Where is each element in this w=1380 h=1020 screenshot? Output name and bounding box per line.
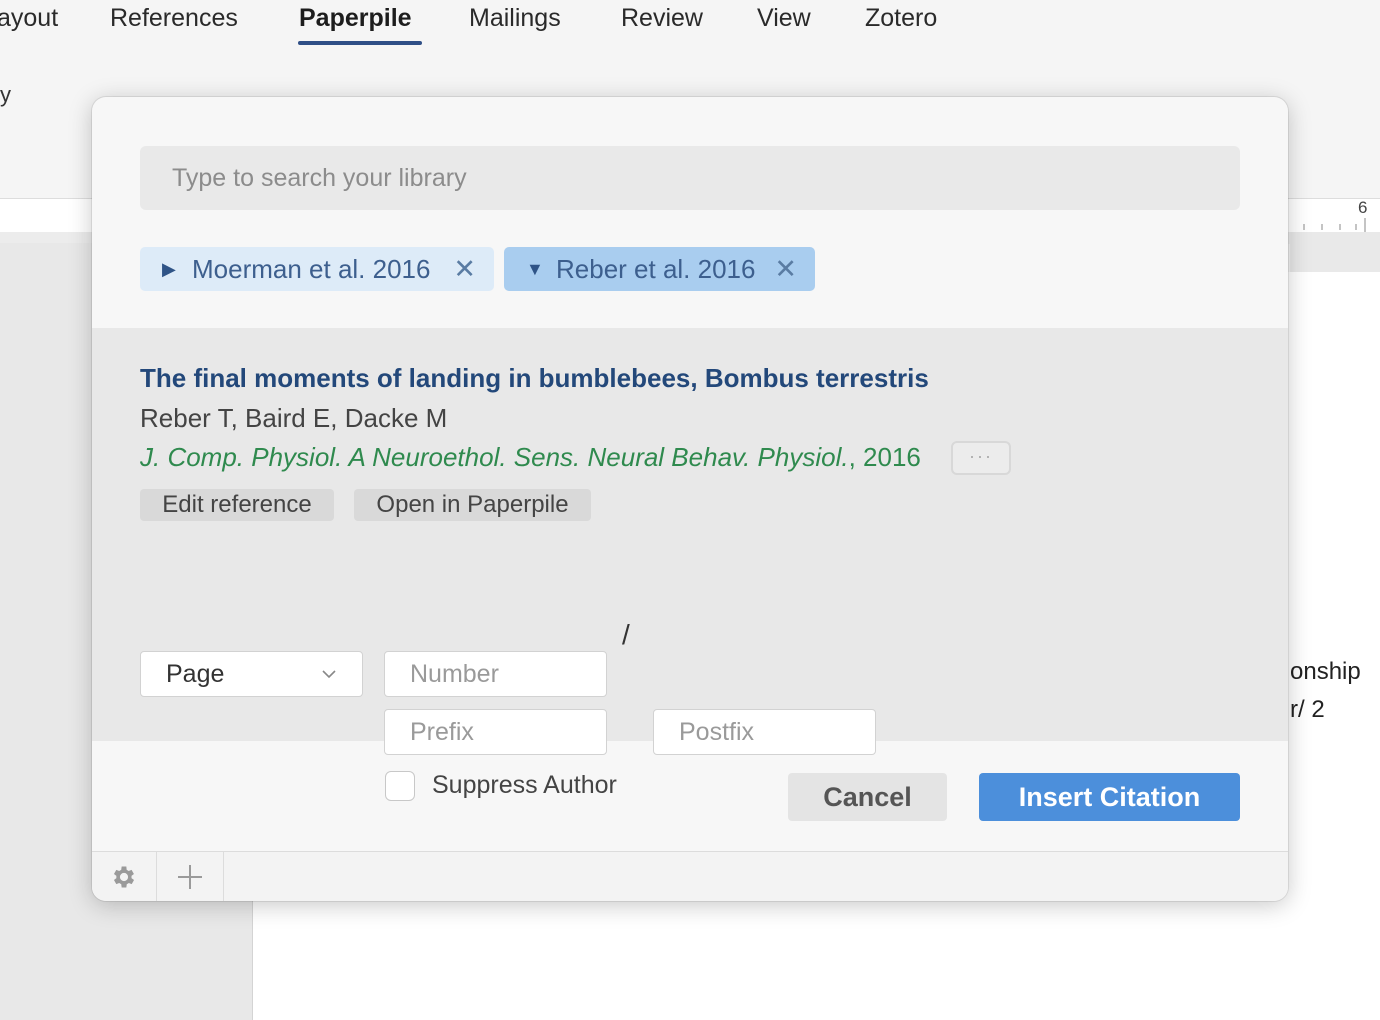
tab-mailings[interactable]: Mailings: [469, 4, 561, 33]
tab-view[interactable]: View: [757, 4, 811, 33]
suppress-author-label: Suppress Author: [432, 771, 617, 799]
reference-journal: J. Comp. Physiol. A Neuroethol. Sens. Ne…: [140, 442, 921, 473]
prefix-input[interactable]: Prefix: [384, 709, 607, 755]
close-icon[interactable]: ✕: [453, 254, 476, 285]
edit-reference-button[interactable]: Edit reference: [140, 489, 334, 521]
locator-type-value: Page: [166, 660, 225, 688]
insert-citation-button[interactable]: Insert Citation: [979, 773, 1240, 821]
chevron-down-icon: [322, 670, 336, 679]
expand-triangle-icon[interactable]: ▶: [162, 259, 180, 280]
locator-type-select[interactable]: Page: [140, 651, 363, 697]
tab-layout[interactable]: ayout: [0, 4, 58, 33]
citation-chip-label: Moerman et al. 2016: [192, 253, 431, 284]
cancel-button[interactable]: Cancel: [788, 773, 947, 821]
dialog-footer: [92, 851, 1288, 901]
tab-references[interactable]: References: [110, 4, 238, 33]
active-tab-indicator: [298, 41, 422, 45]
journal-name: J. Comp. Physiol. A Neuroethol. Sens. Ne…: [140, 442, 849, 472]
citation-chip-moerman[interactable]: ▶ Moerman et al. 2016 ✕: [140, 247, 494, 291]
close-icon[interactable]: ✕: [774, 254, 797, 285]
ruler-number: 6: [1358, 198, 1368, 217]
reference-authors: Reber T, Baird E, Dacke M: [140, 403, 448, 433]
document-text-line: r/ 2: [1290, 696, 1325, 723]
locator-number-input[interactable]: Number: [384, 651, 607, 697]
add-button[interactable]: [157, 852, 224, 901]
suppress-author-checkbox[interactable]: [385, 771, 415, 801]
gear-icon: [113, 866, 135, 888]
open-in-paperpile-button[interactable]: Open in Paperpile: [354, 489, 591, 521]
document-text-line: onship: [1290, 658, 1361, 685]
more-options-button[interactable]: ···: [951, 441, 1011, 475]
postfix-input[interactable]: Postfix: [653, 709, 876, 755]
reference-year: , 2016: [848, 442, 921, 472]
tab-zotero[interactable]: Zotero: [865, 4, 937, 33]
reference-detail-panel: The final moments of landing in bumblebe…: [92, 328, 1288, 801]
settings-button[interactable]: [92, 852, 157, 901]
collapse-triangle-icon[interactable]: ▼: [526, 259, 544, 280]
citation-chip-label: Reber et al. 2016: [556, 253, 756, 284]
prefix-postfix-separator: /: [622, 619, 630, 650]
ribbon-fragment: y: [0, 82, 11, 107]
document-margin-right: [1290, 232, 1380, 272]
citation-dialog: ▶ Moerman et al. 2016 ✕ ▼ Reber et al. 2…: [92, 97, 1288, 901]
library-search-input[interactable]: [140, 146, 1240, 210]
plus-icon: [178, 865, 202, 889]
reference-title: The final moments of landing in bumblebe…: [140, 363, 929, 393]
citation-chip-reber[interactable]: ▼ Reber et al. 2016 ✕: [504, 247, 815, 291]
tab-review[interactable]: Review: [621, 4, 703, 33]
tab-paperpile[interactable]: Paperpile: [299, 4, 412, 33]
